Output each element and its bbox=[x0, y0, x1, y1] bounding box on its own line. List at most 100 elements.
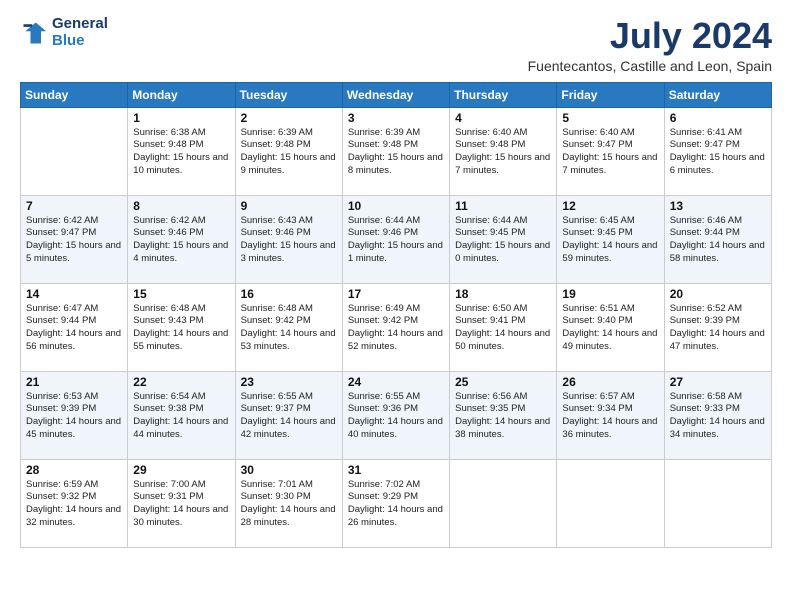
calendar-week-row: 28 Sunrise: 6:59 AMSunset: 9:32 PMDayligh… bbox=[21, 459, 772, 547]
cell-info: Sunrise: 6:54 AMSunset: 9:38 PMDaylight:… bbox=[133, 391, 229, 442]
calendar-cell: 22 Sunrise: 6:54 AMSunset: 9:38 PMDayligh… bbox=[128, 371, 235, 459]
calendar-cell: 21Sunrise: 6:53 AMSunset: 9:39 PMDayligh… bbox=[21, 371, 128, 459]
calendar-table: SundayMondayTuesdayWednesdayThursdayFrid… bbox=[20, 82, 772, 548]
logo-text: General Blue bbox=[52, 16, 108, 49]
cell-info: Sunrise: 6:53 AMSunset: 9:39 PMDaylight:… bbox=[26, 391, 122, 442]
day-number: 22 bbox=[133, 375, 229, 389]
day-number: 24 bbox=[348, 375, 444, 389]
day-number: 15 bbox=[133, 287, 229, 301]
cell-info: Sunrise: 7:02 AMSunset: 9:29 PMDaylight:… bbox=[348, 479, 444, 530]
cell-info: Sunrise: 6:50 AMSunset: 9:41 PMDaylight:… bbox=[455, 303, 551, 354]
calendar-cell: 4 Sunrise: 6:40 AMSunset: 9:48 PMDaylight… bbox=[450, 107, 557, 195]
day-number: 7 bbox=[26, 199, 122, 213]
calendar-cell: 16 Sunrise: 6:48 AMSunset: 9:42 PMDayligh… bbox=[235, 283, 342, 371]
cell-info: Sunrise: 6:46 AMSunset: 9:44 PMDaylight:… bbox=[670, 215, 766, 266]
cell-info: Sunrise: 6:47 AMSunset: 9:44 PMDaylight:… bbox=[26, 303, 122, 354]
day-number: 3 bbox=[348, 111, 444, 125]
cell-info: Sunrise: 6:40 AMSunset: 9:47 PMDaylight:… bbox=[562, 127, 658, 178]
calendar-cell: 5 Sunrise: 6:40 AMSunset: 9:47 PMDaylight… bbox=[557, 107, 664, 195]
logo: General Blue bbox=[20, 16, 108, 49]
calendar-cell: 17 Sunrise: 6:49 AMSunset: 9:42 PMDayligh… bbox=[342, 283, 449, 371]
calendar-cell: 3Sunrise: 6:39 AMSunset: 9:48 PMDaylight… bbox=[342, 107, 449, 195]
calendar-week-row: 7 Sunrise: 6:42 AMSunset: 9:47 PMDaylight… bbox=[21, 195, 772, 283]
cell-info: Sunrise: 6:42 AMSunset: 9:47 PMDaylight:… bbox=[26, 215, 122, 266]
day-number: 30 bbox=[241, 463, 337, 477]
cell-info: Sunrise: 6:43 AMSunset: 9:46 PMDaylight:… bbox=[241, 215, 337, 266]
weekday-header: Saturday bbox=[664, 82, 771, 107]
calendar-cell: 25 Sunrise: 6:56 AMSunset: 9:35 PMDayligh… bbox=[450, 371, 557, 459]
cell-info: Sunrise: 6:38 AMSunset: 9:48 PMDaylight:… bbox=[133, 127, 229, 178]
calendar-cell: 30 Sunrise: 7:01 AMSunset: 9:30 PMDayligh… bbox=[235, 459, 342, 547]
calendar-week-row: 21Sunrise: 6:53 AMSunset: 9:39 PMDayligh… bbox=[21, 371, 772, 459]
calendar-header-row: SundayMondayTuesdayWednesdayThursdayFrid… bbox=[21, 82, 772, 107]
day-number: 16 bbox=[241, 287, 337, 301]
weekday-header: Friday bbox=[557, 82, 664, 107]
day-number: 18 bbox=[455, 287, 551, 301]
calendar-cell: 7 Sunrise: 6:42 AMSunset: 9:47 PMDaylight… bbox=[21, 195, 128, 283]
calendar-cell bbox=[557, 459, 664, 547]
calendar-cell: 1Sunrise: 6:38 AMSunset: 9:48 PMDaylight… bbox=[128, 107, 235, 195]
calendar-cell: 14 Sunrise: 6:47 AMSunset: 9:44 PMDayligh… bbox=[21, 283, 128, 371]
cell-info: Sunrise: 7:01 AMSunset: 9:30 PMDaylight:… bbox=[241, 479, 337, 530]
day-number: 4 bbox=[455, 111, 551, 125]
calendar-cell: 2 Sunrise: 6:39 AMSunset: 9:48 PMDaylight… bbox=[235, 107, 342, 195]
cell-info: Sunrise: 6:44 AMSunset: 9:45 PMDaylight:… bbox=[455, 215, 551, 266]
cell-info: Sunrise: 6:39 AMSunset: 9:48 PMDaylight:… bbox=[241, 127, 337, 178]
calendar-cell: 31Sunrise: 7:02 AMSunset: 9:29 PMDayligh… bbox=[342, 459, 449, 547]
logo-icon bbox=[20, 19, 48, 47]
weekday-header: Sunday bbox=[21, 82, 128, 107]
cell-info: Sunrise: 6:55 AMSunset: 9:36 PMDaylight:… bbox=[348, 391, 444, 442]
day-number: 12 bbox=[562, 199, 658, 213]
day-number: 19 bbox=[562, 287, 658, 301]
day-number: 17 bbox=[348, 287, 444, 301]
day-number: 8 bbox=[133, 199, 229, 213]
cell-info: Sunrise: 6:59 AMSunset: 9:32 PMDaylight:… bbox=[26, 479, 122, 530]
day-number: 13 bbox=[670, 199, 766, 213]
cell-info: Sunrise: 6:52 AMSunset: 9:39 PMDaylight:… bbox=[670, 303, 766, 354]
weekday-header: Wednesday bbox=[342, 82, 449, 107]
calendar-cell: 11Sunrise: 6:44 AMSunset: 9:45 PMDayligh… bbox=[450, 195, 557, 283]
calendar-cell: 20 Sunrise: 6:52 AMSunset: 9:39 PMDayligh… bbox=[664, 283, 771, 371]
calendar-cell: 6Sunrise: 6:41 AMSunset: 9:47 PMDaylight… bbox=[664, 107, 771, 195]
cell-info: Sunrise: 6:44 AMSunset: 9:46 PMDaylight:… bbox=[348, 215, 444, 266]
day-number: 9 bbox=[241, 199, 337, 213]
cell-info: Sunrise: 7:00 AMSunset: 9:31 PMDaylight:… bbox=[133, 479, 229, 530]
calendar-cell: 12Sunrise: 6:45 AMSunset: 9:45 PMDayligh… bbox=[557, 195, 664, 283]
day-number: 10 bbox=[348, 199, 444, 213]
calendar-cell: 15 Sunrise: 6:48 AMSunset: 9:43 PMDayligh… bbox=[128, 283, 235, 371]
cell-info: Sunrise: 6:42 AMSunset: 9:46 PMDaylight:… bbox=[133, 215, 229, 266]
calendar-cell: 26 Sunrise: 6:57 AMSunset: 9:34 PMDayligh… bbox=[557, 371, 664, 459]
calendar-cell: 19 Sunrise: 6:51 AMSunset: 9:40 PMDayligh… bbox=[557, 283, 664, 371]
cell-info: Sunrise: 6:41 AMSunset: 9:47 PMDaylight:… bbox=[670, 127, 766, 178]
weekday-header: Thursday bbox=[450, 82, 557, 107]
cell-info: Sunrise: 6:51 AMSunset: 9:40 PMDaylight:… bbox=[562, 303, 658, 354]
calendar-cell: 28 Sunrise: 6:59 AMSunset: 9:32 PMDayligh… bbox=[21, 459, 128, 547]
day-number: 26 bbox=[562, 375, 658, 389]
page: General Blue July 2024 Fuentecantos, Cas… bbox=[0, 0, 792, 612]
day-number: 14 bbox=[26, 287, 122, 301]
month-year: July 2024 bbox=[528, 16, 772, 56]
cell-info: Sunrise: 6:56 AMSunset: 9:35 PMDaylight:… bbox=[455, 391, 551, 442]
cell-info: Sunrise: 6:57 AMSunset: 9:34 PMDaylight:… bbox=[562, 391, 658, 442]
day-number: 5 bbox=[562, 111, 658, 125]
cell-info: Sunrise: 6:55 AMSunset: 9:37 PMDaylight:… bbox=[241, 391, 337, 442]
day-number: 28 bbox=[26, 463, 122, 477]
day-number: 2 bbox=[241, 111, 337, 125]
calendar-week-row: 1Sunrise: 6:38 AMSunset: 9:48 PMDaylight… bbox=[21, 107, 772, 195]
calendar-cell bbox=[21, 107, 128, 195]
day-number: 20 bbox=[670, 287, 766, 301]
calendar-cell: 27Sunrise: 6:58 AMSunset: 9:33 PMDayligh… bbox=[664, 371, 771, 459]
calendar-cell bbox=[664, 459, 771, 547]
location: Fuentecantos, Castille and Leon, Spain bbox=[528, 58, 772, 74]
cell-info: Sunrise: 6:40 AMSunset: 9:48 PMDaylight:… bbox=[455, 127, 551, 178]
day-number: 25 bbox=[455, 375, 551, 389]
cell-info: Sunrise: 6:48 AMSunset: 9:42 PMDaylight:… bbox=[241, 303, 337, 354]
header: General Blue July 2024 Fuentecantos, Cas… bbox=[20, 16, 772, 74]
cell-info: Sunrise: 6:49 AMSunset: 9:42 PMDaylight:… bbox=[348, 303, 444, 354]
day-number: 27 bbox=[670, 375, 766, 389]
cell-info: Sunrise: 6:48 AMSunset: 9:43 PMDaylight:… bbox=[133, 303, 229, 354]
calendar-cell: 18 Sunrise: 6:50 AMSunset: 9:41 PMDayligh… bbox=[450, 283, 557, 371]
calendar-cell: 9 Sunrise: 6:43 AMSunset: 9:46 PMDaylight… bbox=[235, 195, 342, 283]
weekday-header: Tuesday bbox=[235, 82, 342, 107]
calendar-week-row: 14 Sunrise: 6:47 AMSunset: 9:44 PMDayligh… bbox=[21, 283, 772, 371]
